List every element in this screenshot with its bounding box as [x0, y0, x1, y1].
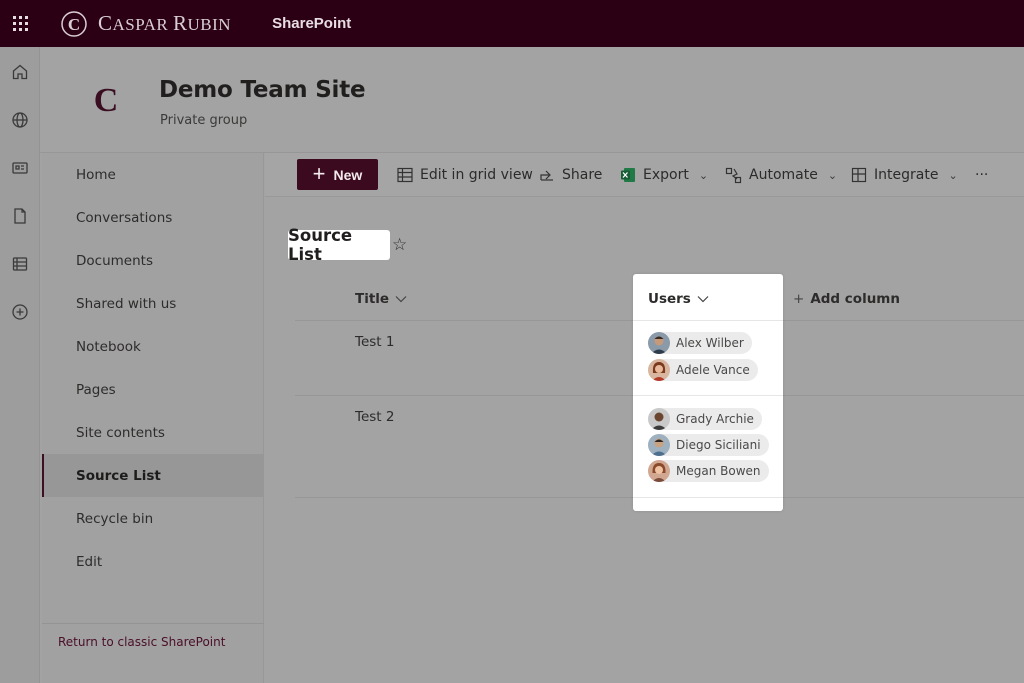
edit-grid-view-button[interactable]: Edit in grid view [397, 153, 533, 197]
chevron-down-icon: ⌄ [698, 168, 709, 182]
site-subtitle: Private group [160, 113, 248, 128]
waffle-icon [12, 16, 28, 31]
column-header-title-label: Title [355, 291, 390, 307]
brand-name-ubin: UBIN [187, 15, 232, 34]
new-button[interactable]: + New [297, 159, 378, 190]
integrate-label: Integrate [874, 167, 939, 183]
excel-icon [621, 168, 635, 182]
person-chip[interactable]: Grady Archie [648, 408, 762, 430]
person-name: Megan Bowen [676, 464, 761, 478]
more-options-button[interactable]: ··· [975, 153, 988, 197]
share-icon [540, 170, 553, 181]
row-divider [633, 497, 783, 498]
nav-item-edit[interactable]: Edit [42, 540, 264, 583]
add-column-button[interactable]: + Add column [793, 291, 900, 307]
row-1-title[interactable]: Test 1 [355, 334, 394, 350]
plus-icon: + [312, 160, 326, 186]
nav-item-site-contents[interactable]: Site contents [42, 411, 264, 454]
site-logo-icon[interactable]: C [84, 77, 128, 121]
file-icon[interactable] [10, 206, 30, 226]
chevron-down-icon: ⌄ [948, 168, 958, 182]
automate-icon [725, 167, 742, 183]
news-icon[interactable] [10, 158, 30, 178]
nav-footer: Return to classic SharePoint [42, 623, 264, 649]
nav-item-source-list[interactable]: Source List [42, 454, 264, 497]
nav-item-documents[interactable]: Documents [42, 239, 264, 282]
return-to-classic-link[interactable]: Return to classic SharePoint [58, 635, 225, 649]
share-label: Share [562, 167, 603, 183]
avatar [648, 408, 670, 430]
automate-label: Automate [749, 167, 818, 183]
command-bar: + New Edit in grid view Share Export ⌄ A… [265, 153, 1024, 197]
header-divider [633, 320, 783, 321]
create-icon[interactable] [10, 302, 30, 322]
new-button-label: New [333, 166, 363, 183]
integrate-icon [851, 167, 867, 183]
brand-logo-icon[interactable]: C [60, 10, 88, 38]
users-column: Users Alex Wilber Adele Vance Grady Arch… [633, 274, 783, 511]
site-title[interactable]: Demo Team Site [159, 77, 366, 103]
share-button[interactable]: Share [539, 153, 602, 197]
app-bar [0, 47, 40, 683]
list-title[interactable]: Source List [288, 226, 390, 264]
brand-name-aspar: ASPAR [112, 15, 174, 34]
app-name-link[interactable]: SharePoint [272, 15, 351, 32]
nav-item-home[interactable]: Home [42, 153, 264, 196]
person-name: Alex Wilber [676, 336, 744, 350]
add-column-label: Add column [810, 291, 900, 307]
chevron-down-icon [697, 296, 709, 303]
column-header-users[interactable]: Users [648, 291, 709, 307]
app-launcher-button[interactable] [0, 0, 40, 47]
site-header: C Demo Team Site Private group [40, 47, 1024, 153]
integrate-button[interactable]: Integrate ⌄ [851, 153, 958, 197]
person-name: Diego Siciliani [676, 438, 761, 452]
favorite-star-icon[interactable]: ☆ [392, 235, 407, 255]
person-chip[interactable]: Adele Vance [648, 359, 758, 381]
globe-icon[interactable] [10, 110, 30, 130]
avatar [648, 332, 670, 354]
brand-name-c: C [98, 11, 113, 35]
brand-logo-letter: C [68, 15, 80, 34]
plus-icon: + [793, 291, 805, 307]
brand-name[interactable]: CASPAR RUBIN [98, 11, 231, 36]
row-divider [633, 395, 783, 396]
avatar [648, 460, 670, 482]
person-name: Grady Archie [676, 412, 754, 426]
chevron-down-icon: ⌄ [827, 168, 838, 182]
nav-item-shared-with-us[interactable]: Shared with us [42, 282, 264, 325]
nav-item-notebook[interactable]: Notebook [42, 325, 264, 368]
person-chip[interactable]: Diego Siciliani [648, 434, 769, 456]
site-logo-letter: C [94, 82, 119, 119]
nav-item-recycle-bin[interactable]: Recycle bin [42, 497, 264, 540]
person-chip[interactable]: Megan Bowen [648, 460, 769, 482]
avatar [648, 359, 670, 381]
edit-grid-view-label: Edit in grid view [420, 167, 533, 183]
grid-icon [397, 167, 413, 183]
left-navigation: Home Conversations Documents Shared with… [42, 153, 264, 683]
brand-name-r: R [173, 11, 188, 35]
lists-icon[interactable] [10, 254, 30, 274]
automate-button[interactable]: Automate ⌄ [725, 153, 837, 197]
row-2-title[interactable]: Test 2 [355, 409, 394, 425]
avatar [648, 434, 670, 456]
person-chip[interactable]: Alex Wilber [648, 332, 752, 354]
person-name: Adele Vance [676, 363, 750, 377]
export-label: Export [643, 167, 689, 183]
nav-item-conversations[interactable]: Conversations [42, 196, 264, 239]
chevron-down-icon [395, 296, 407, 303]
column-header-users-label: Users [648, 291, 691, 307]
export-button[interactable]: Export ⌄ [620, 153, 708, 197]
nav-item-pages[interactable]: Pages [42, 368, 264, 411]
home-icon[interactable] [10, 62, 30, 82]
suite-bar: C CASPAR RUBIN SharePoint [0, 0, 1024, 47]
more-options-icon: ··· [975, 167, 989, 183]
column-header-title[interactable]: Title [355, 291, 407, 307]
